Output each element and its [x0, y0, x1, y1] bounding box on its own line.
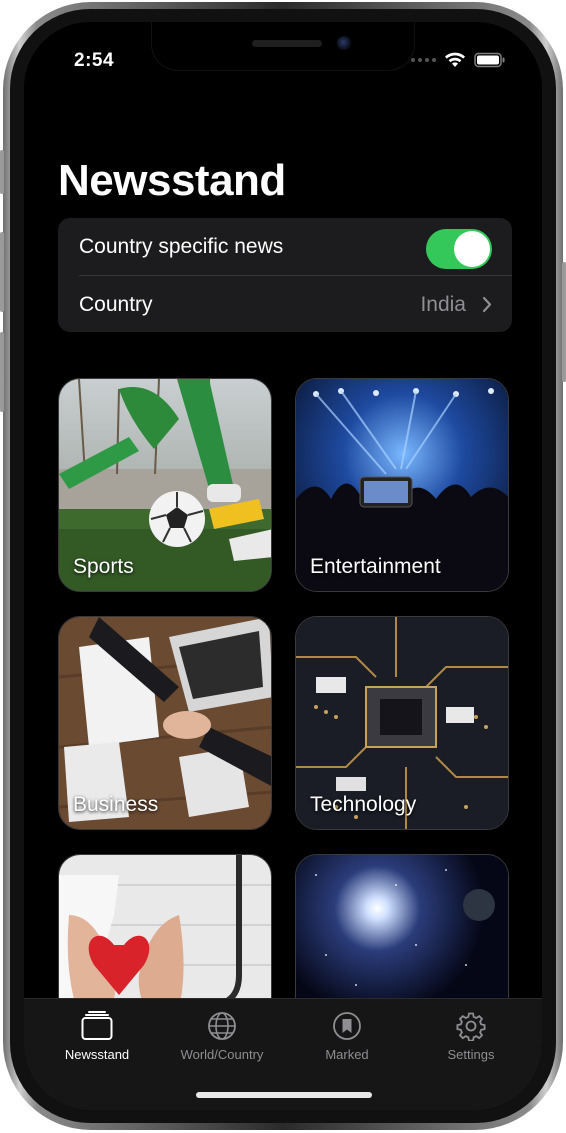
- tab-newsstand[interactable]: Newsstand: [42, 1011, 152, 1062]
- country-specific-row: Country specific news: [58, 218, 512, 275]
- newsstand-icon: [81, 1011, 113, 1040]
- status-icons: [411, 52, 506, 68]
- home-indicator[interactable]: [196, 1092, 372, 1098]
- category-label: Technology: [310, 793, 417, 816]
- toggle-knob: [454, 231, 490, 267]
- country-row[interactable]: Country India: [58, 276, 512, 332]
- notch: [152, 22, 414, 70]
- category-tile-business[interactable]: Business: [58, 616, 272, 830]
- settings-group: Country specific news Country India: [58, 218, 512, 332]
- tab-label: World/Country: [180, 1047, 264, 1062]
- category-tile-technology[interactable]: Technology: [295, 616, 509, 830]
- bookmark-icon: [333, 1012, 361, 1040]
- tab-label: Newsstand: [64, 1047, 130, 1062]
- tab-marked[interactable]: Marked: [292, 1011, 402, 1062]
- category-tile-entertainment[interactable]: Entertainment: [295, 378, 509, 592]
- country-specific-toggle[interactable]: [426, 229, 492, 269]
- cellular-signal-icon: [411, 58, 436, 62]
- country-specific-label: Country specific news: [79, 234, 284, 258]
- category-tile-sports[interactable]: Sports: [58, 378, 272, 592]
- country-label: Country: [79, 292, 153, 316]
- wifi-icon: [445, 52, 465, 67]
- tab-label: Settings: [447, 1047, 495, 1062]
- battery-icon: [474, 52, 505, 68]
- front-camera: [337, 36, 351, 50]
- gear-icon: [456, 1012, 486, 1041]
- country-value: India: [420, 292, 466, 316]
- volume-up-button: [0, 232, 4, 312]
- category-label: Business: [73, 793, 159, 816]
- tab-settings[interactable]: Settings: [416, 1011, 526, 1062]
- category-label: Entertainment: [310, 555, 441, 578]
- status-time: 2:54: [74, 50, 115, 71]
- speaker: [252, 40, 322, 47]
- globe-icon: [208, 1012, 236, 1040]
- power-button: [562, 262, 566, 382]
- page-title: Newsstand: [58, 156, 286, 205]
- volume-down-button: [0, 332, 4, 412]
- tab-world-country[interactable]: World/Country: [167, 1011, 277, 1062]
- category-label: Sports: [73, 555, 134, 578]
- silent-switch: [0, 150, 4, 194]
- tab-label: Marked: [325, 1047, 369, 1062]
- screen: 2:54 Newsstand Country specific news Cou…: [24, 22, 542, 1110]
- chevron-right-icon: [482, 296, 492, 313]
